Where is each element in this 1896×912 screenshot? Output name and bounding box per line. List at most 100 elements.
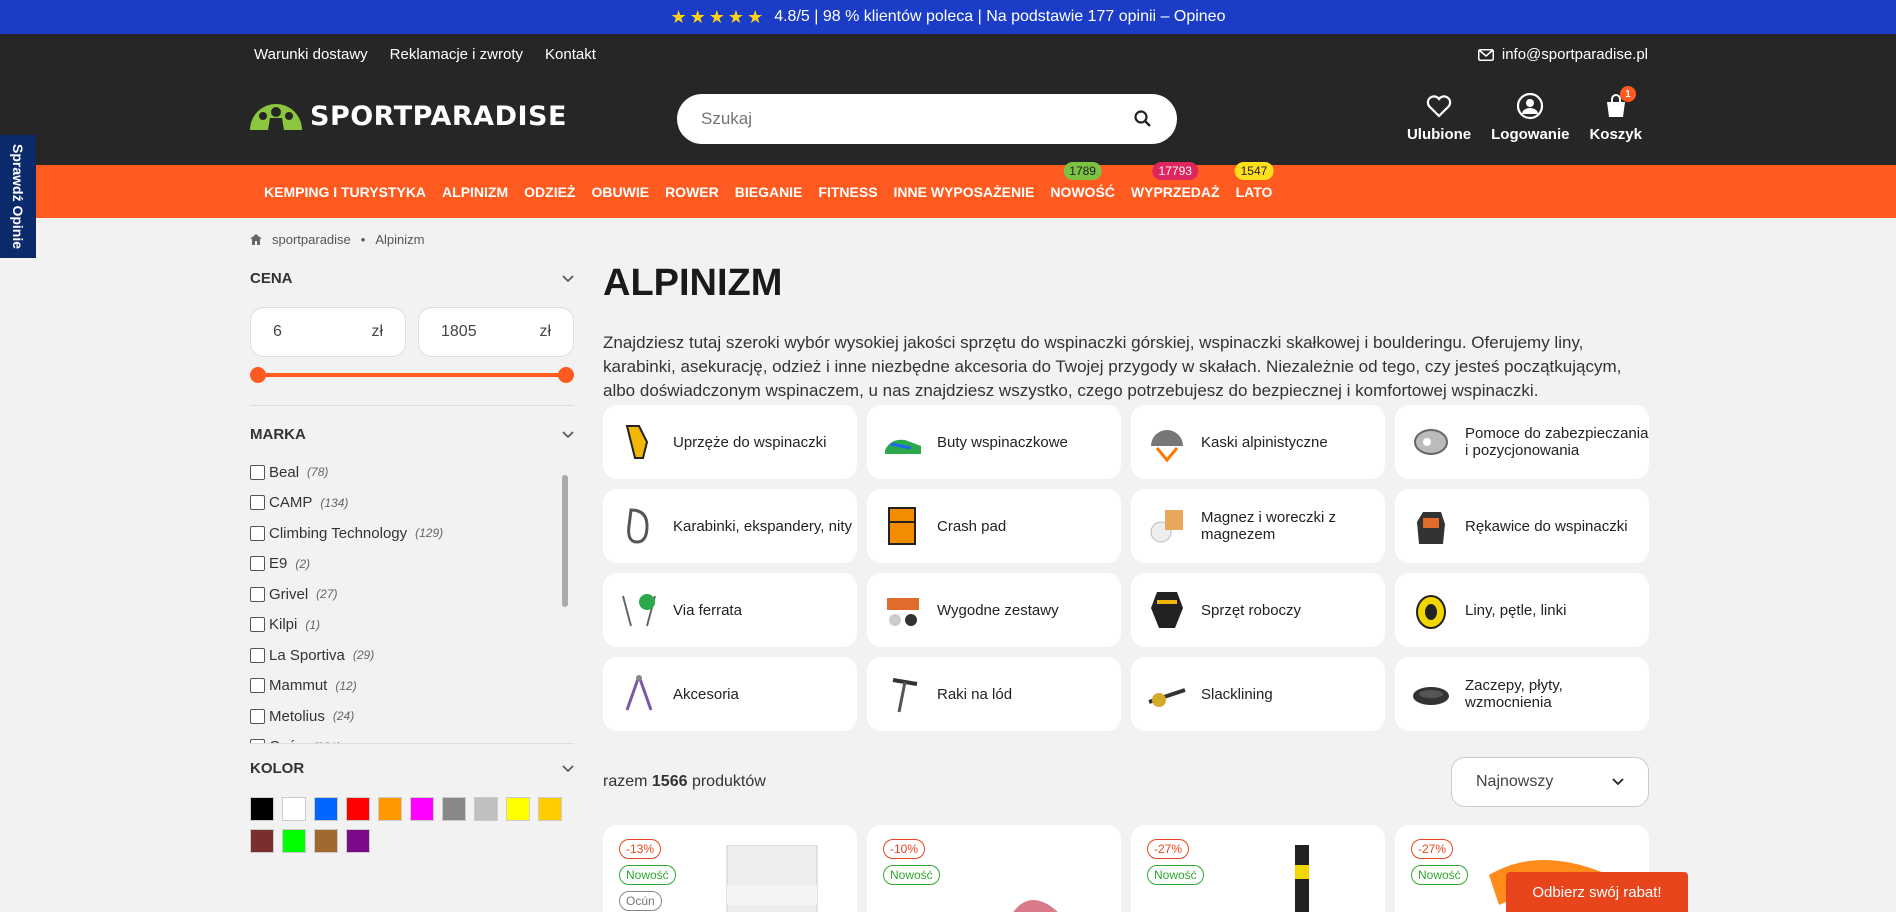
product-card[interactable]: -27% Nowość bbox=[1131, 825, 1385, 912]
brand-option[interactable]: Grivel (27) bbox=[250, 579, 574, 610]
price-min-field[interactable]: 6 zł bbox=[250, 307, 406, 357]
color-swatch[interactable] bbox=[506, 797, 530, 821]
brand-badge: Ocún bbox=[619, 891, 662, 911]
breadcrumb: sportparadise • Alpinizm bbox=[250, 232, 424, 247]
nav-item-lato[interactable]: LATO 1547 bbox=[1228, 161, 1281, 200]
color-swatch[interactable] bbox=[314, 797, 338, 821]
subcategory-tile[interactable]: Wygodne zestawy bbox=[867, 573, 1121, 647]
price-slider-min-handle[interactable] bbox=[250, 367, 266, 383]
brand-checkbox[interactable] bbox=[250, 647, 265, 663]
delivery-link[interactable]: Warunki dostawy bbox=[254, 46, 368, 63]
reviews-side-tab[interactable]: Sprawdź Opinie bbox=[0, 135, 36, 258]
subcategory-tile[interactable]: Slacklining bbox=[1131, 657, 1385, 731]
harness-icon bbox=[625, 425, 649, 459]
brand-checkbox[interactable] bbox=[250, 495, 265, 511]
color-swatch[interactable] bbox=[410, 797, 434, 821]
logo[interactable]: SPORTPARADISE bbox=[248, 100, 567, 132]
brand-checkbox[interactable] bbox=[250, 525, 265, 541]
subcategory-tile[interactable]: Uprzęże do wspinaczki bbox=[603, 405, 857, 479]
price-max-field[interactable]: 1805 zł bbox=[418, 307, 574, 357]
nav-item-kemping-i-turystyka[interactable]: KEMPING I TURYSTYKA bbox=[256, 184, 434, 200]
subcategory-tile[interactable]: Rękawice do wspinaczki bbox=[1395, 489, 1649, 563]
brand-checkbox[interactable] bbox=[250, 708, 265, 724]
product-card[interactable]: -10% Nowość bbox=[867, 825, 1121, 912]
subcategory-tile[interactable]: Buty wspinaczkowe bbox=[867, 405, 1121, 479]
brand-option[interactable]: Mammut (12) bbox=[250, 671, 574, 702]
nav-item-nowość[interactable]: NOWOŚĆ 1789 bbox=[1042, 161, 1123, 200]
subcategory-tile[interactable]: Pomoce do zabezpieczania i pozycjonowani… bbox=[1395, 405, 1649, 479]
nav-item-rower[interactable]: ROWER bbox=[657, 184, 727, 200]
get-discount-button[interactable]: Odbierz swój rabat! bbox=[1506, 872, 1688, 912]
subcategory-tile[interactable]: Karabinki, ekspandery, nity bbox=[603, 489, 857, 563]
brand-checkbox[interactable] bbox=[250, 739, 265, 743]
subcategory-tile[interactable]: Magnez i woreczki z magnezem bbox=[1131, 489, 1385, 563]
subcategory-tile[interactable]: Sprzęt roboczy bbox=[1131, 573, 1385, 647]
brand-option[interactable]: E9 (2) bbox=[250, 549, 574, 580]
discount-badge: -10% bbox=[883, 839, 926, 859]
color-swatch[interactable] bbox=[538, 797, 562, 821]
brand-list-scrollbar[interactable] bbox=[560, 457, 570, 743]
scrollbar-thumb[interactable] bbox=[562, 475, 568, 607]
brand-filter-header[interactable]: MARKA bbox=[250, 426, 574, 443]
nav-item-inne-wyposażenie[interactable]: INNE WYPOSAŻENIE bbox=[886, 184, 1043, 200]
belay-device-icon bbox=[1414, 429, 1448, 455]
nav-item-bieganie[interactable]: BIEGANIE bbox=[727, 184, 811, 200]
brand-option[interactable]: CAMP (134) bbox=[250, 488, 574, 519]
price-filter-header[interactable]: CENA bbox=[250, 270, 574, 287]
brand-checkbox[interactable] bbox=[250, 464, 265, 480]
nav-item-odzież[interactable]: ODZIEŻ bbox=[516, 184, 583, 200]
favorites-label: Ulubione bbox=[1406, 126, 1472, 143]
email-link[interactable]: info@sportparadise.pl bbox=[1477, 46, 1648, 63]
nav-item-obuwie[interactable]: OBUWIE bbox=[584, 184, 658, 200]
favorites-button[interactable]: Ulubione bbox=[1407, 92, 1471, 143]
brand-checkbox[interactable] bbox=[250, 556, 265, 572]
color-swatch[interactable] bbox=[282, 797, 306, 821]
color-swatch[interactable] bbox=[346, 797, 370, 821]
brand-checkbox[interactable] bbox=[250, 678, 265, 694]
color-swatch[interactable] bbox=[474, 797, 498, 821]
subcategory-tile[interactable]: Liny, pętle, linki bbox=[1395, 573, 1649, 647]
subcategory-tile[interactable]: Akcesoria bbox=[603, 657, 857, 731]
sort-select[interactable]: Najnowszy bbox=[1451, 757, 1649, 807]
contact-link[interactable]: Kontakt bbox=[545, 46, 596, 63]
price-slider-max-handle[interactable] bbox=[558, 367, 574, 383]
login-button[interactable]: Logowanie bbox=[1491, 92, 1569, 143]
nav-item-alpinizm[interactable]: ALPINIZM bbox=[434, 184, 516, 200]
color-swatch[interactable] bbox=[250, 829, 274, 853]
color-swatch[interactable] bbox=[378, 797, 402, 821]
color-swatch[interactable] bbox=[346, 829, 370, 853]
subcategory-tile[interactable]: Kaski alpinistyczne bbox=[1131, 405, 1385, 479]
nav-item-label: LATO bbox=[1235, 183, 1273, 200]
brand-option[interactable]: Kilpi (1) bbox=[250, 610, 574, 641]
search-icon[interactable] bbox=[1133, 109, 1153, 129]
color-swatch[interactable] bbox=[250, 797, 274, 821]
subcategory-tile[interactable]: Crash pad bbox=[867, 489, 1121, 563]
kit-icon bbox=[887, 598, 919, 626]
breadcrumb-current: Alpinizm bbox=[375, 232, 425, 247]
color-swatch[interactable] bbox=[442, 797, 466, 821]
color-swatch[interactable] bbox=[314, 829, 338, 853]
subcategory-tile[interactable]: Via ferrata bbox=[603, 573, 857, 647]
breadcrumb-home[interactable]: sportparadise bbox=[272, 232, 351, 247]
brand-checkbox[interactable] bbox=[250, 617, 265, 633]
nav-item-fitness[interactable]: FITNESS bbox=[810, 184, 885, 200]
color-filter-header[interactable]: KOLOR bbox=[250, 760, 574, 777]
subcategory-tile[interactable]: Zaczepy, płyty, wzmocnienia bbox=[1395, 657, 1649, 731]
brand-checkbox[interactable] bbox=[250, 586, 265, 602]
nav-item-wyprzedaż[interactable]: WYPRZEDAŻ 17793 bbox=[1123, 161, 1228, 200]
returns-link[interactable]: Reklamacje i zwroty bbox=[390, 46, 523, 63]
brand-count: (281) bbox=[313, 740, 341, 743]
brand-option[interactable]: Ocún (281) bbox=[250, 732, 574, 743]
rating-bar[interactable]: ★★★★★ 4.8/5 | 98 % klientów poleca | Na … bbox=[0, 0, 1896, 34]
brand-option[interactable]: Metolius (24) bbox=[250, 701, 574, 732]
brand-option[interactable]: Beal (78) bbox=[250, 457, 574, 488]
chevron-down-icon bbox=[562, 430, 574, 438]
product-card[interactable]: -13% Nowość Ocún bbox=[603, 825, 857, 912]
search-input[interactable] bbox=[701, 109, 1133, 129]
cart-button[interactable]: 1 Koszyk bbox=[1589, 86, 1642, 143]
price-max-currency: zł bbox=[539, 323, 551, 340]
subcategory-tile[interactable]: Raki na lód bbox=[867, 657, 1121, 731]
color-swatch[interactable] bbox=[282, 829, 306, 853]
brand-option[interactable]: La Sportiva (29) bbox=[250, 640, 574, 671]
brand-option[interactable]: Climbing Technology (129) bbox=[250, 518, 574, 549]
